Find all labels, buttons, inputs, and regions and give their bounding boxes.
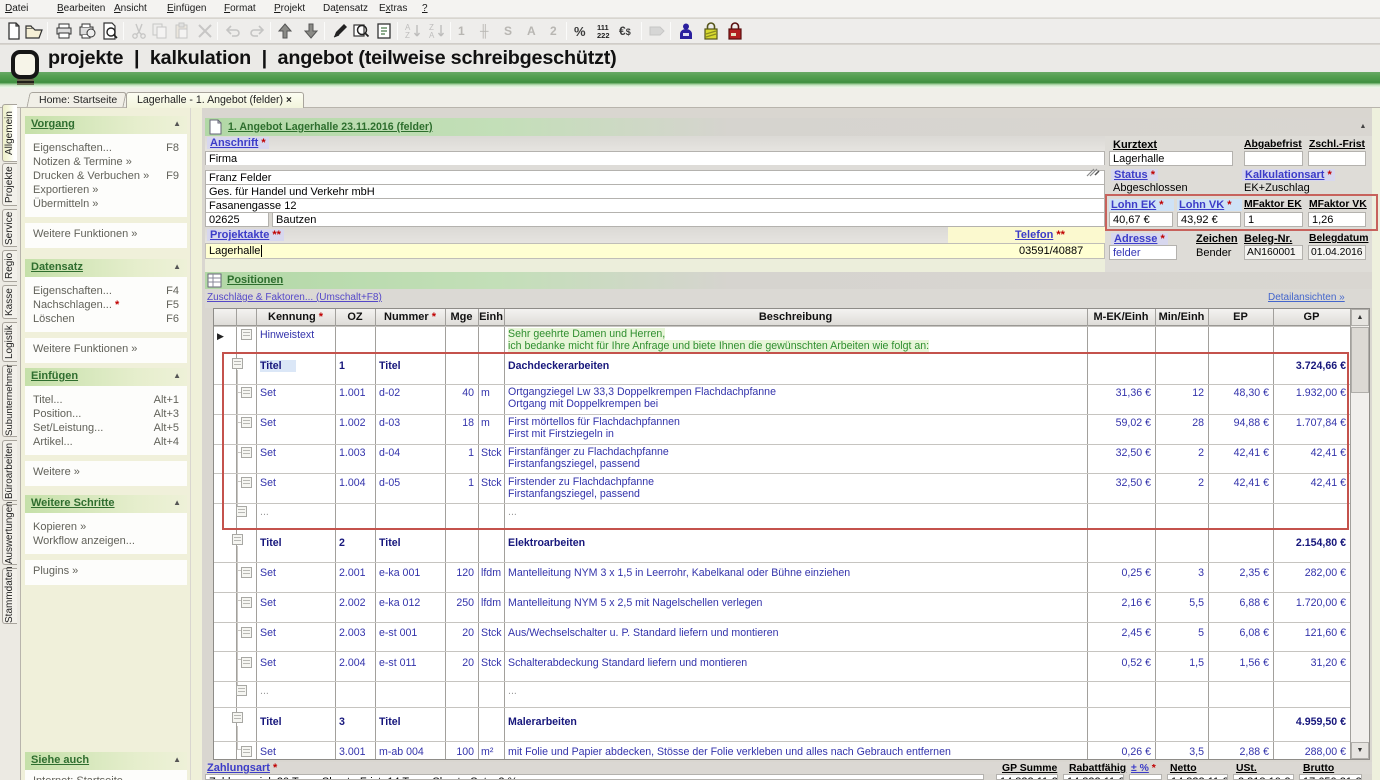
svg-text:A: A (429, 31, 435, 40)
svg-text:222: 222 (597, 31, 610, 40)
svg-text:Z: Z (405, 31, 410, 40)
